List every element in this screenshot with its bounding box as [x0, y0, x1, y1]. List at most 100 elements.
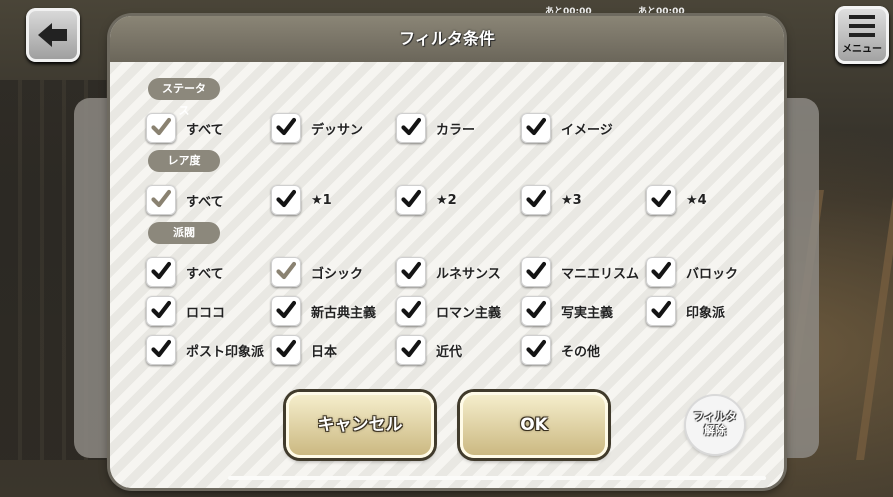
checkbox[interactable]	[521, 185, 551, 215]
filter-option-status[interactable]: イメージ	[521, 112, 613, 144]
checkbox[interactable]	[146, 185, 176, 215]
section-label-rarity: レア度	[148, 150, 220, 172]
option-label: その他	[561, 344, 601, 360]
checkbox[interactable]	[646, 296, 676, 326]
filter-option-school[interactable]: ルネサンス	[396, 256, 501, 288]
checkbox[interactable]	[521, 257, 551, 287]
option-label: ポスト印象派	[186, 344, 265, 360]
filter-option-school[interactable]: バロック	[646, 256, 738, 288]
filter-option-rarity[interactable]: ★2	[396, 184, 457, 216]
filter-option-rarity[interactable]: すべて	[146, 184, 224, 216]
checkbox[interactable]	[396, 113, 426, 143]
option-label: 新古典主義	[311, 305, 377, 321]
clear-filter-button[interactable]: フィルタ 解除	[686, 396, 744, 454]
filter-option-school[interactable]: マニエリスム	[521, 256, 639, 288]
option-label: マニエリスム	[561, 266, 640, 282]
checkmark-icon	[276, 117, 296, 136]
checkmark-icon	[401, 117, 421, 136]
filter-option-school[interactable]: 新古典主義	[271, 295, 376, 327]
dialog-title: フィルタ条件	[110, 16, 784, 62]
ok-button[interactable]: OK	[460, 392, 608, 458]
filter-option-school[interactable]: ロココ	[146, 295, 225, 327]
option-label: 写実主義	[561, 305, 614, 321]
checkbox[interactable]	[521, 335, 551, 365]
filter-option-school[interactable]: 近代	[396, 334, 462, 366]
filter-option-school[interactable]: ポスト印象派	[146, 334, 264, 366]
checkmark-icon	[276, 339, 296, 358]
clear-filter-label-2: 解除	[704, 424, 726, 437]
option-label: ロマン主義	[436, 305, 502, 321]
filter-option-status[interactable]: カラー	[396, 112, 475, 144]
checkmark-icon	[526, 300, 546, 319]
checkmark-icon	[276, 189, 296, 208]
checkmark-icon	[651, 189, 671, 208]
section-label-school: 派閥	[148, 222, 220, 244]
checkbox[interactable]	[271, 113, 301, 143]
checkmark-icon	[401, 189, 421, 208]
option-label: ★1	[311, 192, 332, 208]
option-label: イメージ	[561, 122, 613, 138]
filter-dialog: フィルタ条件 ステータス レア度 派閥 すべて デッサン カラー イメージ すべて ★1 ★…	[110, 16, 784, 488]
checkbox[interactable]	[521, 113, 551, 143]
filter-option-status[interactable]: すべて	[146, 112, 224, 144]
option-label: ルネサンス	[436, 266, 501, 282]
option-label: ロココ	[186, 305, 226, 321]
scroll-indicator	[228, 476, 766, 480]
checkbox[interactable]	[146, 113, 176, 143]
checkbox[interactable]	[396, 257, 426, 287]
option-label: ★4	[686, 192, 707, 208]
menu-button[interactable]: メニュー	[835, 6, 889, 64]
filter-option-school[interactable]: ロマン主義	[396, 295, 501, 327]
checkmark-icon	[526, 261, 546, 280]
cancel-button[interactable]: キャンセル	[286, 392, 434, 458]
option-label: ゴシック	[311, 266, 364, 282]
option-label: すべて	[186, 194, 224, 210]
checkbox[interactable]	[396, 296, 426, 326]
filter-option-rarity[interactable]: ★1	[271, 184, 332, 216]
checkmark-icon	[526, 189, 546, 208]
checkbox[interactable]	[396, 185, 426, 215]
back-arrow-icon	[38, 23, 52, 47]
option-label: ★2	[436, 192, 457, 208]
clear-filter-label-1: フィルタ	[693, 410, 737, 423]
filter-option-school[interactable]: 印象派	[646, 295, 725, 327]
filter-option-school[interactable]: すべて	[146, 256, 224, 288]
checkmark-icon	[401, 261, 421, 280]
filter-option-status[interactable]: デッサン	[271, 112, 363, 144]
filter-option-school[interactable]: ゴシック	[271, 256, 363, 288]
checkmark-icon	[151, 339, 171, 358]
checkmark-icon	[151, 117, 171, 136]
checkmark-icon	[526, 339, 546, 358]
checkbox[interactable]	[146, 296, 176, 326]
checkbox[interactable]	[396, 335, 426, 365]
option-label: すべて	[186, 122, 224, 138]
option-label: カラー	[436, 122, 476, 138]
checkmark-icon	[151, 261, 171, 280]
filter-option-rarity[interactable]: ★4	[646, 184, 707, 216]
checkmark-icon	[151, 189, 171, 208]
filter-option-school[interactable]: 写実主義	[521, 295, 613, 327]
filter-option-school[interactable]: その他	[521, 334, 600, 366]
checkbox[interactable]	[146, 257, 176, 287]
checkmark-icon	[276, 300, 296, 319]
option-label: バロック	[686, 266, 739, 282]
option-label: 印象派	[686, 305, 726, 321]
back-button[interactable]	[26, 8, 80, 62]
checkbox[interactable]	[646, 257, 676, 287]
checkbox[interactable]	[271, 185, 301, 215]
checkbox[interactable]	[271, 335, 301, 365]
checkmark-icon	[401, 300, 421, 319]
checkbox[interactable]	[521, 296, 551, 326]
option-label: デッサン	[311, 122, 364, 138]
checkmark-icon	[651, 261, 671, 280]
checkbox[interactable]	[271, 296, 301, 326]
checkmark-icon	[151, 300, 171, 319]
option-label: すべて	[186, 266, 224, 282]
checkbox[interactable]	[146, 335, 176, 365]
checkbox[interactable]	[646, 185, 676, 215]
option-label: 日本	[311, 344, 338, 360]
filter-option-school[interactable]: 日本	[271, 334, 337, 366]
filter-option-rarity[interactable]: ★3	[521, 184, 582, 216]
checkmark-icon	[526, 117, 546, 136]
checkbox[interactable]	[271, 257, 301, 287]
